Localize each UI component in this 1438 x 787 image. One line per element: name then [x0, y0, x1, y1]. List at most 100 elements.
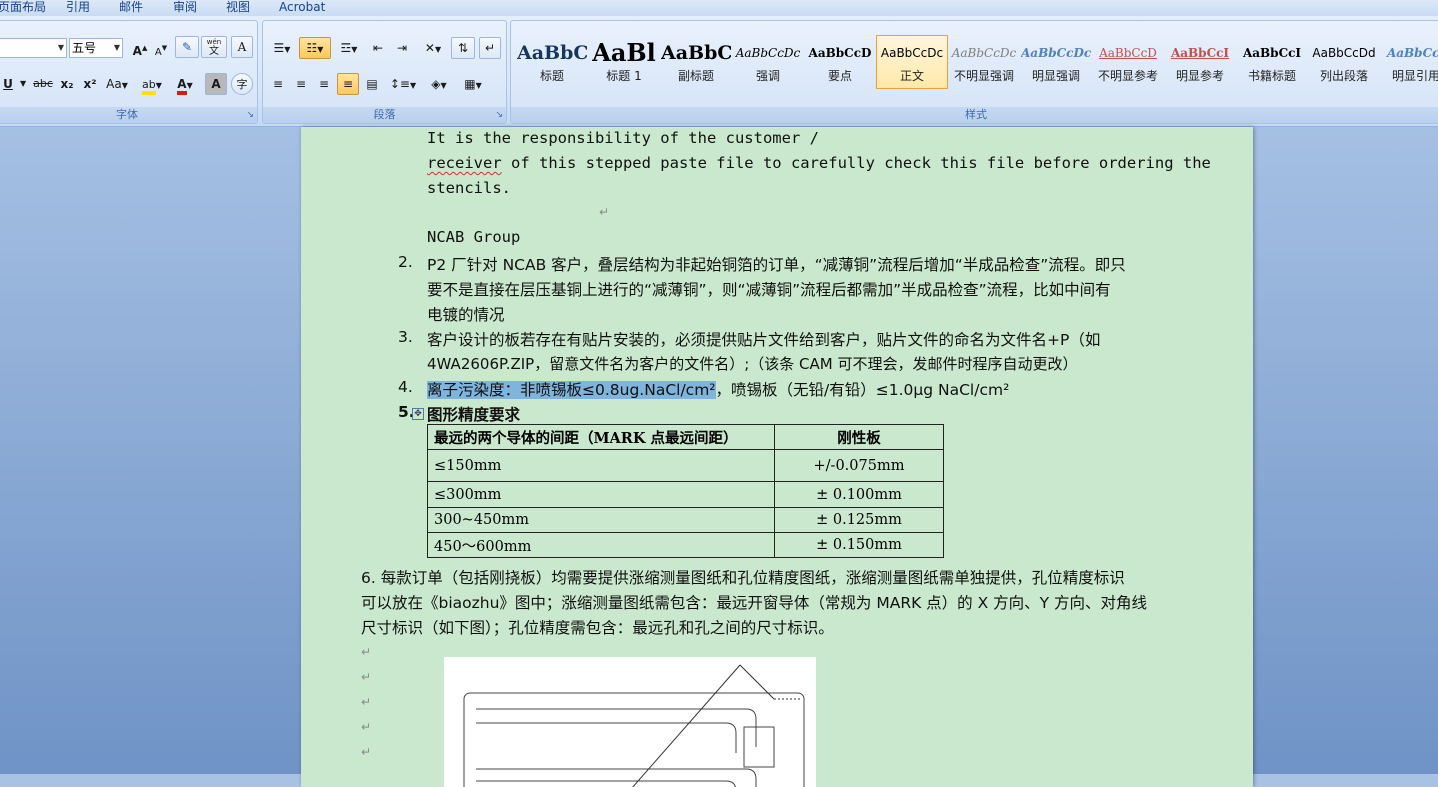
doc-line-1: It is the responsibility of the customer…: [427, 129, 819, 147]
style-intense-reference[interactable]: AaBbCcI 明显参考: [1164, 35, 1236, 89]
font-size-combo[interactable]: 五号 ▼: [69, 38, 123, 58]
table-cell[interactable]: 450～600mm: [427, 532, 775, 558]
sort-button[interactable]: ⇅: [451, 37, 475, 59]
increase-indent-button[interactable]: ⇥: [391, 37, 413, 59]
style-sample: AaBbCcDc: [735, 46, 801, 60]
style-strong[interactable]: AaBbCcD 要点: [804, 35, 876, 89]
align-left-button[interactable]: ≡: [267, 73, 289, 95]
clear-format-button[interactable]: ✎: [175, 36, 199, 58]
ribbon-tab-bar: 页面布局 引用 邮件 审阅 视图 Acrobat: [0, 0, 1438, 16]
highlighter-icon: ab: [142, 78, 156, 95]
justify-button[interactable]: ≡: [337, 73, 359, 95]
underline-button[interactable]: U: [0, 73, 17, 95]
show-marks-button[interactable]: ↵: [479, 37, 501, 59]
font-name-combo[interactable]: ▼: [0, 38, 67, 58]
misspelled-word: receiver: [427, 154, 502, 172]
style-sample: AaBbCcD: [1099, 46, 1157, 60]
char-border-icon: A: [237, 40, 247, 54]
numbering-button[interactable]: ☷▼: [299, 37, 331, 59]
document-page[interactable]: It is the responsibility of the customer…: [301, 127, 1253, 787]
chevron-down-icon[interactable]: ▼: [114, 39, 120, 57]
char-border-button[interactable]: A: [231, 36, 253, 58]
chinese-layout-button[interactable]: ✕▼: [417, 37, 449, 59]
style-name: 不明显参考: [1097, 69, 1158, 83]
enclose-char-button[interactable]: 字: [231, 73, 253, 95]
style-name: 书籍标题: [1247, 69, 1296, 83]
paragraph-mark-icon: ↵: [484, 41, 496, 55]
align-center-button[interactable]: ≡: [290, 73, 312, 95]
dialog-launcher-icon[interactable]: ↘: [246, 110, 254, 120]
shrink-font-button[interactable]: A▼: [151, 37, 171, 59]
list-number: 3.: [398, 328, 413, 346]
char-shading-button[interactable]: A: [205, 73, 227, 95]
tab-mailings[interactable]: 邮件: [119, 0, 143, 15]
multilevel-list-button[interactable]: ☲▼: [333, 37, 365, 59]
chevron-down-icon[interactable]: ▼: [19, 73, 27, 95]
line-spacing-icon: ↕≡: [389, 77, 410, 91]
style-list-paragraph[interactable]: AaBbCcDd 列出段落: [1308, 35, 1380, 89]
enclose-char-icon: 字: [236, 78, 248, 91]
superscript-button[interactable]: x²: [79, 73, 101, 95]
style-book-title[interactable]: AaBbCcI 书籍标题: [1236, 35, 1308, 89]
style-name: 明显参考: [1175, 69, 1224, 83]
style-heading-1[interactable]: AaBl 标题 1: [588, 35, 660, 89]
change-case-button[interactable]: Aa▼: [103, 73, 131, 95]
table-cell[interactable]: +/-0.075mm: [774, 449, 944, 482]
phonetic-guide-button[interactable]: wén 文: [201, 36, 227, 58]
item6-line-3: 尺寸标识（如下图）；孔位精度需包含：最远孔和孔之间的尺寸标识。: [361, 619, 834, 637]
table-header-cell[interactable]: 刚性板: [774, 424, 944, 450]
style-name: 不明显强调: [953, 69, 1014, 83]
chinese-layout-icon: ✕: [424, 41, 435, 55]
style-subtle-reference[interactable]: AaBbCcD 不明显参考: [1092, 35, 1164, 89]
doc-line-2-rest: of this stepped paste file to carefully …: [501, 154, 1211, 172]
style-emphasis[interactable]: AaBbCcDc 强调: [732, 35, 804, 89]
dialog-launcher-icon[interactable]: ↘: [495, 110, 503, 120]
style-subtle-emphasis[interactable]: AaBbCcDc 不明显强调: [948, 35, 1020, 89]
paragraph-group-label: 段落: [263, 107, 506, 123]
table-cell[interactable]: ± 0.100mm: [774, 481, 944, 508]
tab-acrobat[interactable]: Acrobat: [279, 0, 325, 15]
style-intense-quote[interactable]: AaBbCcI 明显引用: [1380, 35, 1438, 89]
table-cell[interactable]: 300~450mm: [427, 507, 775, 533]
style-title[interactable]: AaBbC 标题: [516, 35, 588, 89]
paragraph-mark-icon: ↵: [361, 695, 372, 709]
outdent-icon: ⇤: [372, 41, 384, 55]
strikethrough-button[interactable]: abc: [31, 73, 55, 95]
table-cell[interactable]: ± 0.150mm: [774, 532, 944, 558]
tab-references[interactable]: 引用: [66, 0, 90, 15]
font-color-button[interactable]: A▼: [169, 73, 201, 95]
distribute-button[interactable]: ▤: [361, 73, 383, 95]
table-cell[interactable]: ≤300mm: [427, 481, 775, 508]
style-normal[interactable]: AaBbCcDc 正文: [876, 35, 948, 89]
align-distribute-icon: ▤: [366, 77, 378, 91]
eraser-icon: ✎: [181, 40, 193, 54]
tab-review[interactable]: 审阅: [173, 0, 197, 15]
table-cell[interactable]: ± 0.125mm: [774, 507, 944, 533]
tab-view[interactable]: 视图: [226, 0, 250, 15]
table-header-cell[interactable]: 最远的两个导体的间距（MARK 点最远间距）: [427, 424, 775, 450]
decrease-indent-button[interactable]: ⇤: [367, 37, 389, 59]
grow-font-button[interactable]: A▲: [130, 37, 150, 59]
table-cell[interactable]: ≤150mm: [427, 449, 775, 482]
chevron-down-icon[interactable]: ▼: [58, 39, 64, 57]
line-spacing-button[interactable]: ↕≡▼: [387, 73, 419, 95]
table-move-handle-icon[interactable]: ✥: [412, 408, 424, 420]
subscript-button[interactable]: x₂: [56, 73, 78, 95]
measurement-drawing[interactable]: [444, 657, 816, 787]
style-name: 强调: [755, 69, 780, 83]
style-sample: AaBbCcDc: [1021, 46, 1091, 60]
style-subtitle[interactable]: AaBbC 副标题: [660, 35, 732, 89]
align-right-button[interactable]: ≡: [313, 73, 335, 95]
bullets-button[interactable]: ☰▼: [267, 37, 297, 59]
item2-line-1: P2 厂针对 NCAB 客户，叠层结构为非起始铜箔的订单，“减薄铜”流程后增加“…: [427, 256, 1126, 274]
doc-line-3: stencils.: [427, 179, 511, 197]
tab-page-layout[interactable]: 页面布局: [0, 0, 46, 15]
style-intense-emphasis[interactable]: AaBbCcDc 明显强调: [1020, 35, 1092, 89]
borders-button[interactable]: ▦▼: [457, 73, 489, 95]
selected-text[interactable]: 离子污染度：非喷锡板≤0.8ug.NaCl/cm²: [427, 381, 716, 399]
board-outline-drawing: [463, 664, 805, 787]
highlight-button[interactable]: ab▼: [135, 73, 169, 95]
table-row: 450～600mm ± 0.150mm: [427, 532, 944, 558]
bullet-list-icon: ☰: [273, 41, 285, 55]
shading-button[interactable]: ◈▼: [423, 73, 455, 95]
